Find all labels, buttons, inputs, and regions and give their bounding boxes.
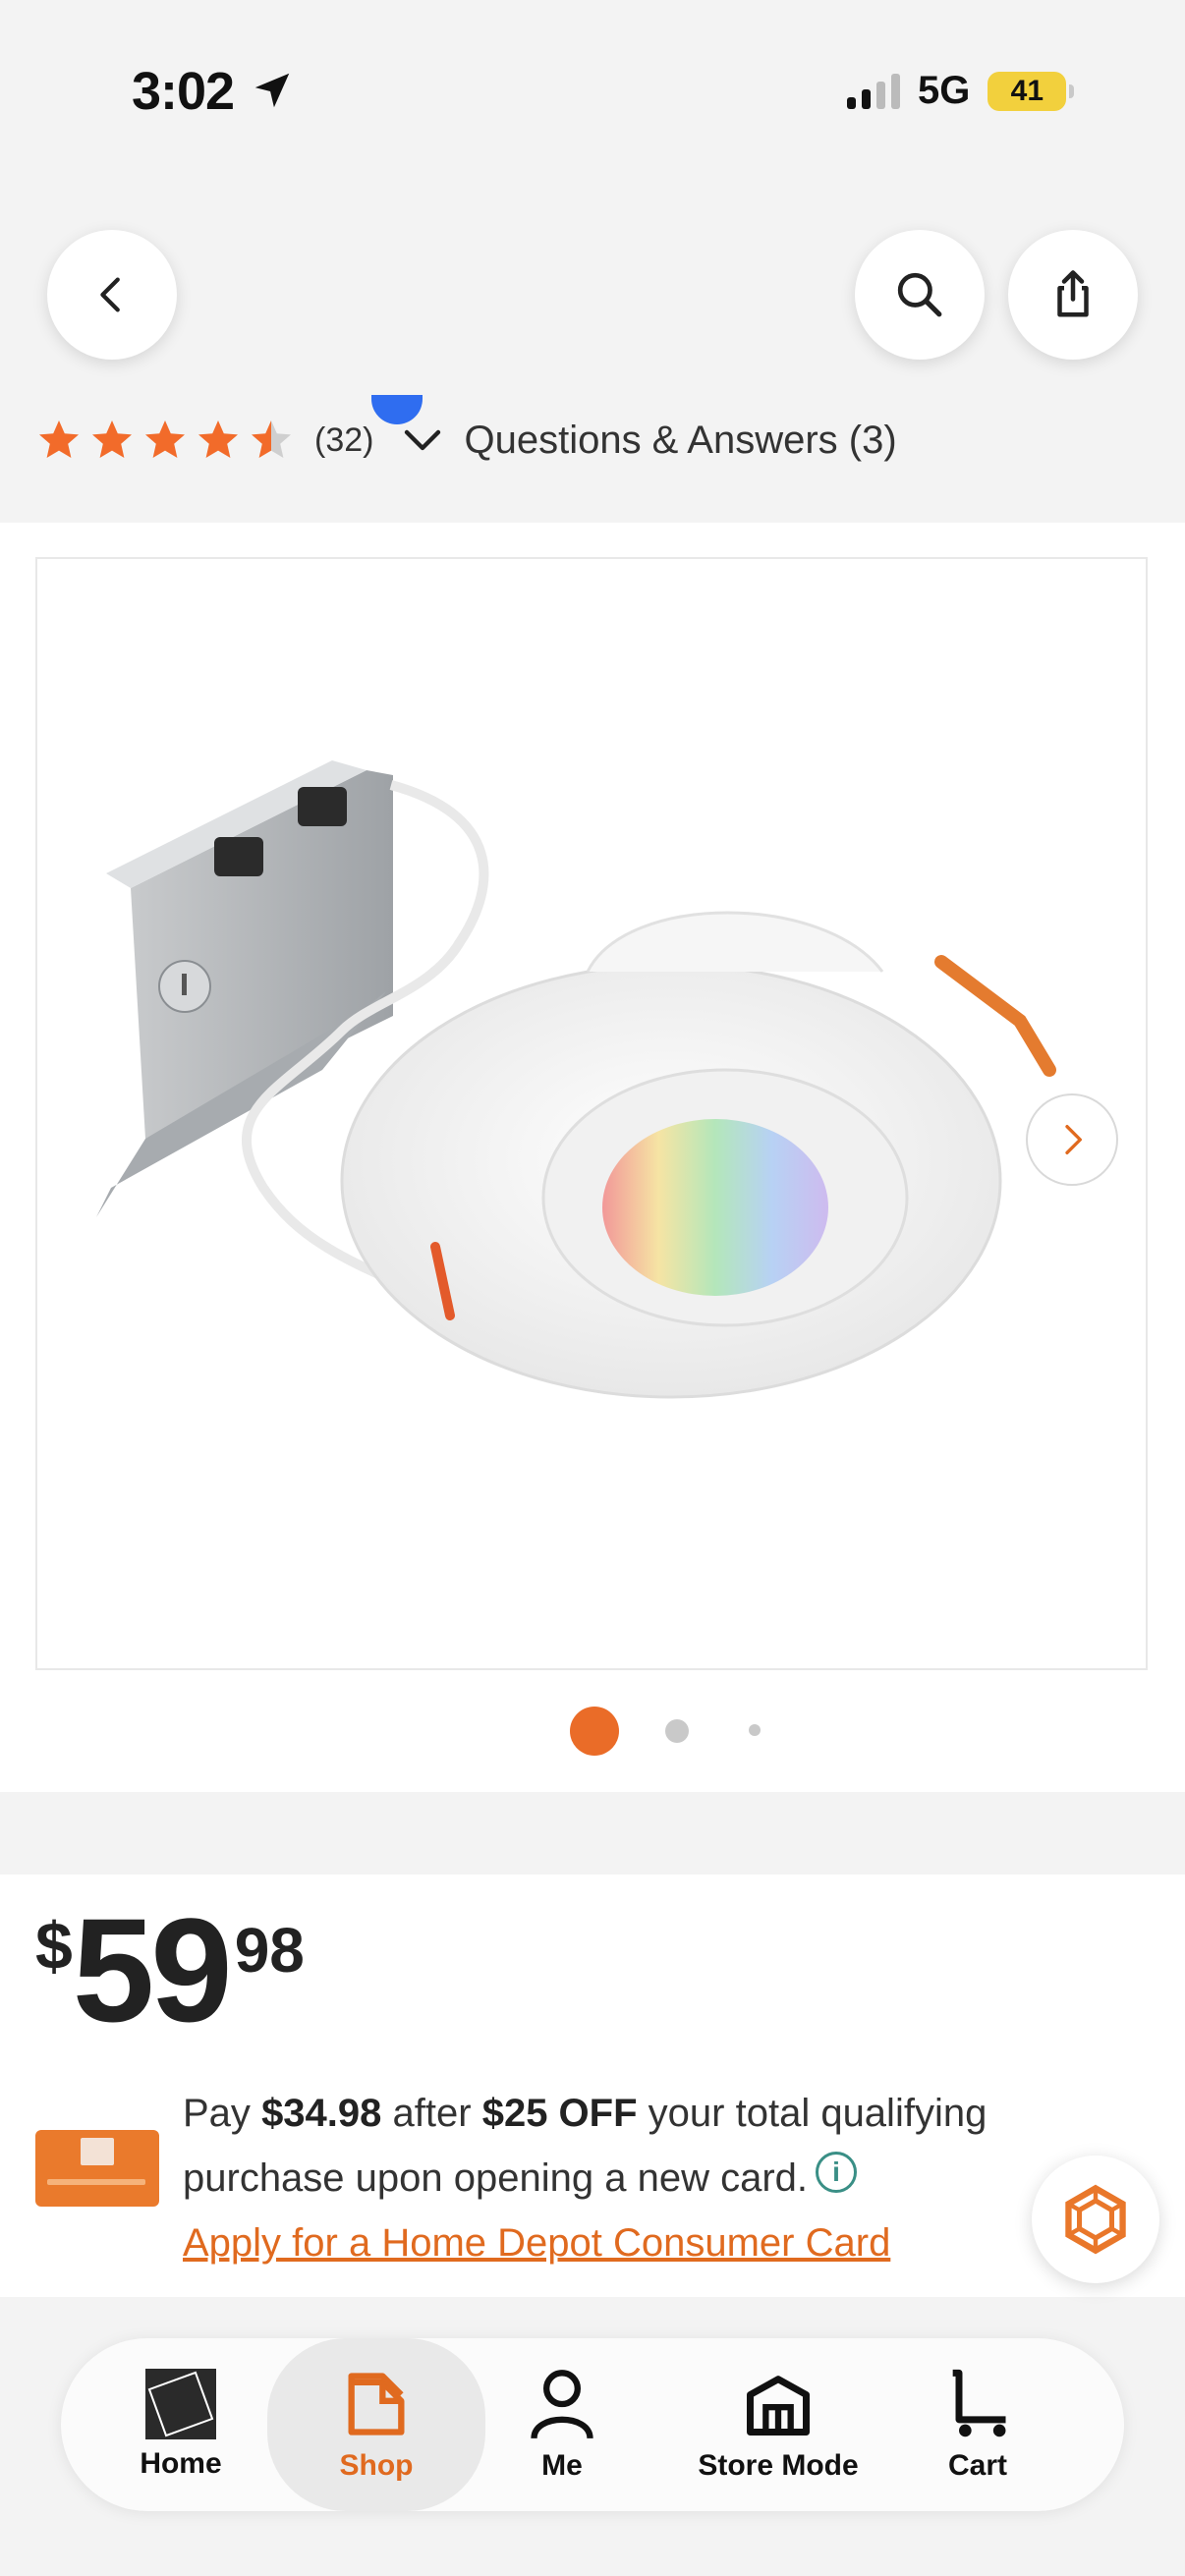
- review-count[interactable]: (32): [314, 421, 373, 460]
- share-button[interactable]: [1008, 230, 1138, 360]
- info-icon[interactable]: i: [816, 2152, 858, 2194]
- nav-item-me[interactable]: Me: [513, 2338, 611, 2511]
- store-icon: [747, 2376, 810, 2436]
- bottom-navigation: Home Shop Me Store Mode Cart: [61, 2338, 1124, 2511]
- hexagon-assistant-icon: [1065, 2184, 1126, 2255]
- price-dollars: 59: [72, 1887, 233, 2052]
- card-promo-text: Pay $34.98 after $25 OFF your total qual…: [183, 2081, 1067, 2275]
- nav-label-me: Me: [541, 2449, 583, 2482]
- nav-label-store-mode: Store Mode: [698, 2449, 859, 2482]
- nav-item-cart[interactable]: Cart: [924, 2338, 1032, 2511]
- promo-pay-amount: $34.98: [261, 2092, 382, 2135]
- gallery-dot[interactable]: [749, 1724, 761, 1736]
- chat-assistant-button[interactable]: [1032, 2156, 1159, 2283]
- chevron-down-icon[interactable]: [399, 417, 446, 464]
- nav-label-shop: Shop: [339, 2449, 414, 2482]
- star-icon: [145, 420, 185, 458]
- nav-item-shop[interactable]: Shop: [267, 2338, 485, 2511]
- gallery-dot-active[interactable]: [570, 1707, 619, 1756]
- nav-item-home[interactable]: Home: [120, 2338, 242, 2511]
- product-image[interactable]: [35, 557, 1148, 1670]
- star-icon: [39, 420, 79, 458]
- rating-row: (32) Questions & Answers (3): [35, 411, 1185, 470]
- search-button[interactable]: [855, 230, 985, 360]
- battery-level: 41: [1010, 74, 1044, 107]
- network-type: 5G: [918, 69, 971, 112]
- chevron-left-icon: [100, 277, 120, 312]
- back-button[interactable]: [47, 230, 177, 360]
- promo-discount: $25 OFF: [481, 2092, 638, 2135]
- next-image-button[interactable]: [1026, 1093, 1118, 1186]
- promo-pay-prefix: Pay: [183, 2092, 251, 2135]
- questions-answers-link[interactable]: Questions & Answers (3): [464, 419, 896, 463]
- recessed-light-illustration: [96, 760, 1056, 1399]
- time-text: 3:02: [132, 62, 235, 121]
- nav-label-cart: Cart: [947, 2449, 1007, 2482]
- nav-label-home: Home: [140, 2447, 222, 2480]
- apply-card-link[interactable]: Apply for a Home Depot Consumer Card: [183, 2221, 890, 2265]
- person-icon: [531, 2370, 593, 2439]
- star-icon: [92, 420, 132, 458]
- nav-item-store-mode[interactable]: Store Mode: [680, 2338, 876, 2511]
- gallery-dot[interactable]: [665, 1719, 689, 1743]
- star-icon: [198, 420, 238, 458]
- half-star-icon: [252, 420, 291, 458]
- location-arrow-icon: [254, 73, 290, 108]
- price-cents: 98: [234, 1915, 305, 1986]
- search-icon: [897, 272, 942, 317]
- price: $ 59 98: [35, 1896, 305, 2044]
- chevron-right-icon: [1065, 1125, 1082, 1154]
- shop-icon: [348, 2373, 405, 2436]
- status-time: 3:02: [132, 61, 295, 122]
- star-rating[interactable]: [35, 417, 295, 464]
- price-currency: $: [35, 1909, 73, 1984]
- credit-card-icon: [35, 2130, 159, 2207]
- status-indicators: 5G 41: [847, 69, 1075, 113]
- battery-icon: 41: [988, 71, 1075, 111]
- home-depot-logo-icon: [145, 2369, 216, 2439]
- share-icon: [1057, 270, 1089, 317]
- cart-icon: [952, 2369, 1006, 2437]
- promo-after-text: after: [392, 2092, 472, 2135]
- cellular-signal-icon: [847, 73, 900, 109]
